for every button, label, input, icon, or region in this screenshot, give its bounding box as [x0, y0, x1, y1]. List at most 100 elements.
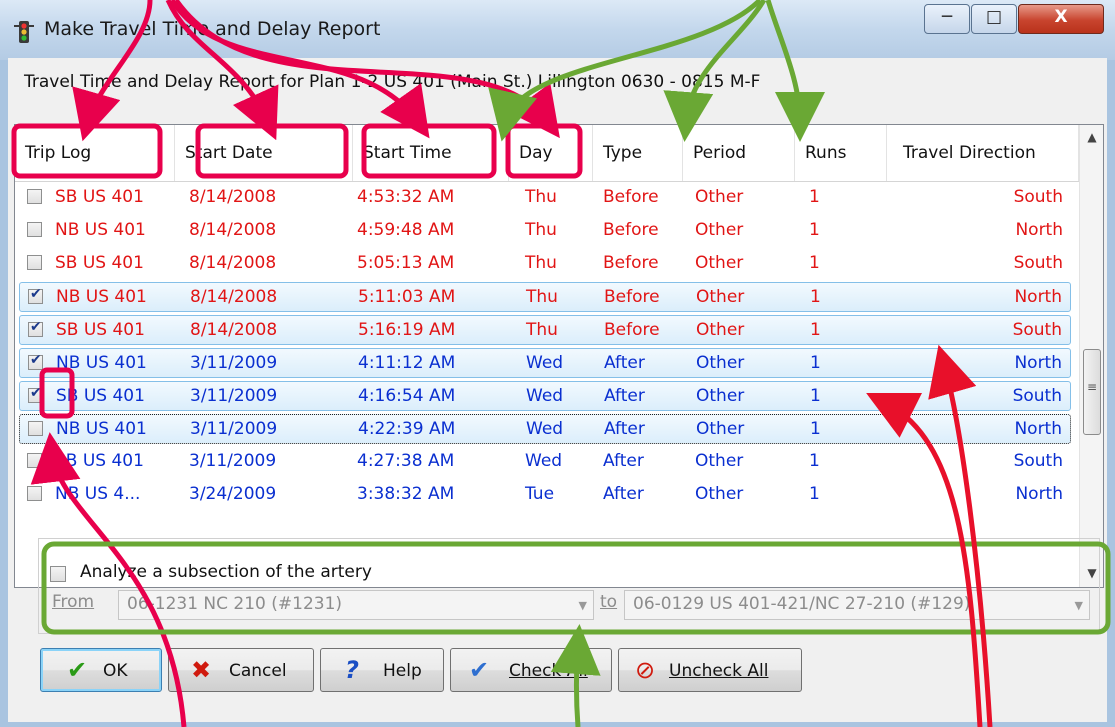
table-row[interactable]: NB US 401 3/11/2009 4:22:39 AM Wed After Othe… [19, 414, 1071, 444]
table-row[interactable]: NB US 401 8/14/2008 5:11:03 AM Thu Before Oth… [19, 282, 1071, 312]
column-header-type[interactable]: Type [593, 125, 683, 181]
cell-start-time: 5:05:13 AM [357, 253, 455, 273]
cell-start-date: 3/11/2009 [190, 386, 278, 406]
close-button[interactable]: X [1018, 4, 1104, 34]
cell-type: Before [604, 320, 660, 340]
row-checkbox[interactable] [28, 385, 43, 403]
cell-day: Thu [525, 253, 557, 273]
close-icon: X [1054, 7, 1068, 27]
table-row[interactable]: SB US 401 8/14/2008 5:16:19 AM Thu Before Oth… [19, 315, 1071, 345]
double-check-icon: ✔ [469, 656, 490, 684]
cell-start-date: 3/11/2009 [190, 353, 278, 373]
to-label: to [600, 592, 618, 612]
cell-type: After [604, 386, 645, 406]
cell-day: Thu [525, 220, 557, 240]
cell-trip-log: NB US 401 [56, 419, 147, 439]
cell-trip-log: NB US 4... [55, 484, 141, 504]
cell-period: Other [696, 287, 745, 307]
table-row[interactable]: NB US 401 8/14/2008 4:59:48 AM Thu Before Oth… [19, 216, 1071, 246]
table-row[interactable]: SB US 401 8/14/2008 4:53:32 AM Thu Before Oth… [19, 183, 1071, 213]
uncheck-all-button[interactable]: ⊘ Uncheck All [618, 648, 802, 692]
to-select[interactable]: 06-0129 US 401-421/NC 27-210 (#129) ▼ [624, 590, 1090, 620]
cell-period: Other [696, 353, 745, 373]
cell-period: Other [695, 220, 744, 240]
cell-trip-log: SB US 401 [55, 187, 144, 207]
to-select-value: 06-0129 US 401-421/NC 27-210 (#129) [633, 594, 971, 614]
column-header-trip-log[interactable]: Trip Log [15, 125, 175, 181]
column-header-start-time[interactable]: Start Time [353, 125, 509, 181]
cell-travel-direction: North [1015, 220, 1063, 240]
analyze-subsection-label[interactable]: Analyze a subsection of the artery [80, 562, 372, 582]
cell-period: Other [696, 386, 745, 406]
cell-runs: 1 [810, 320, 821, 340]
column-header-day[interactable]: Day [509, 125, 593, 181]
cell-day: Thu [526, 320, 558, 340]
row-checkbox[interactable] [28, 421, 43, 436]
column-header-runs[interactable]: Runs [795, 125, 887, 181]
cell-start-date: 8/14/2008 [189, 253, 277, 273]
cell-travel-direction: North [1014, 419, 1062, 439]
row-checkbox[interactable] [27, 486, 42, 501]
dialog-window: Make Travel Time and Delay Report ─ □ X … [0, 0, 1115, 727]
cell-start-time: 4:59:48 AM [357, 220, 455, 240]
cell-type: After [603, 484, 644, 504]
row-checkbox[interactable] [27, 222, 42, 237]
column-header-period[interactable]: Period [683, 125, 795, 181]
cell-day: Wed [526, 386, 564, 406]
cell-start-time: 4:11:12 AM [358, 353, 456, 373]
cell-travel-direction: North [1015, 484, 1063, 504]
cell-runs: 1 [810, 419, 821, 439]
cell-day: Thu [525, 187, 557, 207]
cell-start-date: 8/14/2008 [189, 220, 277, 240]
cell-period: Other [696, 419, 745, 439]
minimize-button[interactable]: ─ [924, 4, 970, 34]
analyze-subsection-checkbox[interactable] [50, 566, 66, 582]
row-checkbox[interactable] [28, 352, 43, 370]
from-select[interactable]: 06-1231 NC 210 (#1231) ▼ [118, 590, 594, 620]
title-bar[interactable]: Make Travel Time and Delay Report ─ □ X [0, 0, 1115, 60]
row-checkbox[interactable] [28, 286, 43, 304]
trip-list[interactable]: Trip Log Start Date Start Time Day Type … [14, 124, 1104, 588]
cell-day: Wed [526, 353, 564, 373]
scrollbar-thumb[interactable]: ≡ [1083, 349, 1101, 435]
row-checkbox[interactable] [28, 319, 43, 337]
column-header-start-date[interactable]: Start Date [175, 125, 353, 181]
scroll-up-arrow-icon[interactable]: ▲ [1080, 125, 1103, 149]
check-all-button[interactable]: ✔ Check All [450, 648, 612, 692]
cell-start-date: 3/11/2009 [190, 419, 278, 439]
cell-start-time: 5:16:19 AM [358, 320, 456, 340]
vertical-scrollbar[interactable]: ▲ ≡ ▼ [1079, 125, 1103, 587]
cell-period: Other [696, 320, 745, 340]
maximize-button[interactable]: □ [971, 4, 1017, 34]
cell-start-time: 5:11:03 AM [358, 287, 456, 307]
cell-start-date: 8/14/2008 [190, 320, 278, 340]
cell-trip-log: NB US 401 [56, 287, 147, 307]
table-row[interactable]: SB US 401 8/14/2008 5:05:13 AM Thu Before Oth… [19, 249, 1071, 279]
cell-day: Tue [525, 484, 555, 504]
row-checkbox[interactable] [27, 255, 42, 270]
cell-start-date: 3/24/2009 [189, 484, 277, 504]
cell-start-time: 3:38:32 AM [357, 484, 455, 504]
table-row[interactable]: SB US 401 3/11/2009 4:27:38 AM Wed After Othe… [19, 447, 1071, 477]
cell-travel-direction: North [1014, 287, 1062, 307]
table-row[interactable]: NB US 4... 3/24/2009 3:38:32 AM Tue After Oth… [19, 480, 1071, 510]
cancel-button[interactable]: ✖ Cancel [168, 648, 314, 692]
cell-travel-direction: South [1013, 451, 1063, 471]
list-header: Trip Log Start Date Start Time Day Type … [15, 125, 1079, 182]
cell-travel-direction: South [1012, 386, 1062, 406]
cell-type: After [604, 419, 645, 439]
cell-trip-log: SB US 401 [56, 320, 145, 340]
cell-start-date: 3/11/2009 [189, 451, 277, 471]
help-button[interactable]: ? Help [320, 648, 444, 692]
row-checkbox[interactable] [27, 189, 42, 204]
cell-trip-log: SB US 401 [56, 386, 145, 406]
table-row[interactable]: SB US 401 3/11/2009 4:16:54 AM Wed After Othe… [19, 381, 1071, 411]
table-row[interactable]: NB US 401 3/11/2009 4:11:12 AM Wed After Othe… [19, 348, 1071, 378]
ok-button[interactable]: ✔ OK [40, 648, 162, 692]
column-header-travel-direction[interactable]: Travel Direction [887, 125, 1079, 181]
question-icon: ? [345, 656, 359, 684]
window-title: Make Travel Time and Delay Report [44, 18, 381, 40]
cell-type: After [604, 353, 645, 373]
row-checkbox[interactable] [27, 453, 42, 468]
from-select-value: 06-1231 NC 210 (#1231) [127, 594, 343, 614]
